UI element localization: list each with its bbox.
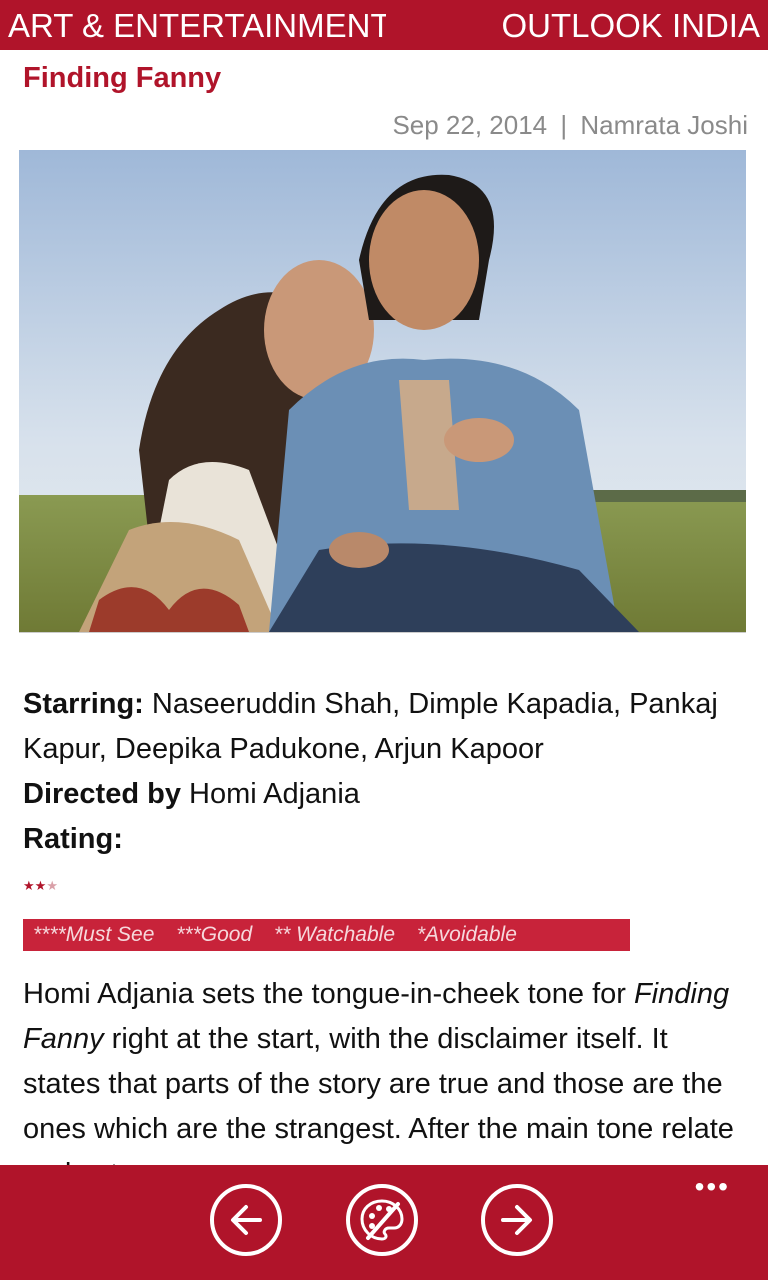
legend-item: ** Watchable xyxy=(273,923,396,946)
film-credits: Starring: Naseeruddin Shah, Dimple Kapad… xyxy=(23,682,753,862)
palette-icon xyxy=(360,1199,404,1241)
directed-label: Directed by xyxy=(23,778,181,810)
half-star-icon: ★ xyxy=(46,878,58,893)
forward-arrow-icon xyxy=(501,1205,532,1235)
legend-item: ****Must See xyxy=(33,923,155,946)
theme-button[interactable] xyxy=(346,1184,418,1256)
article-hero-image xyxy=(19,150,746,633)
rating-legend: ****Must See ***Good ** Watchable *Avoid… xyxy=(23,919,630,951)
next-button[interactable] xyxy=(481,1184,553,1256)
legend-item: ***Good xyxy=(176,923,253,946)
star-icon: ★ xyxy=(34,878,47,893)
more-menu-button[interactable]: ••• xyxy=(695,1173,730,1201)
starring-label: Starring: xyxy=(23,688,144,720)
article-scroll-area[interactable]: Finding Fanny Sep 22, 2014 | Namrata Jos… xyxy=(0,50,768,1165)
app-bar: ••• xyxy=(0,1165,768,1280)
legend-item: *Avoidable xyxy=(416,923,517,946)
top-bar: ART & ENTERTAINMENT OUTLOOK INDIA xyxy=(0,0,768,50)
star-icon: ★ xyxy=(23,878,35,893)
rating-label: Rating: xyxy=(23,823,123,855)
article-date: Sep 22, 2014 xyxy=(392,110,548,140)
back-arrow-icon xyxy=(231,1205,262,1235)
article-body: Homi Adjania sets the tongue-in-cheek to… xyxy=(23,972,753,1165)
director-value: Homi Adjania xyxy=(189,778,360,810)
byline-separator: | xyxy=(560,110,568,140)
article-author: Namrata Joshi xyxy=(580,110,748,140)
body-text: Homi Adjania sets the tongue-in-cheek to… xyxy=(23,978,634,1010)
body-text-continued: right at the start, with the disclaimer … xyxy=(23,1023,734,1165)
article-title: Finding Fanny xyxy=(23,62,222,94)
app-brand: OUTLOOK INDIA xyxy=(501,7,760,44)
rating-stars: ★★★ xyxy=(23,878,58,894)
section-title: ART & ENTERTAINMENT xyxy=(8,7,386,44)
previous-button[interactable] xyxy=(210,1184,282,1256)
article-byline: Sep 22, 2014 | Namrata Joshi xyxy=(392,110,748,141)
